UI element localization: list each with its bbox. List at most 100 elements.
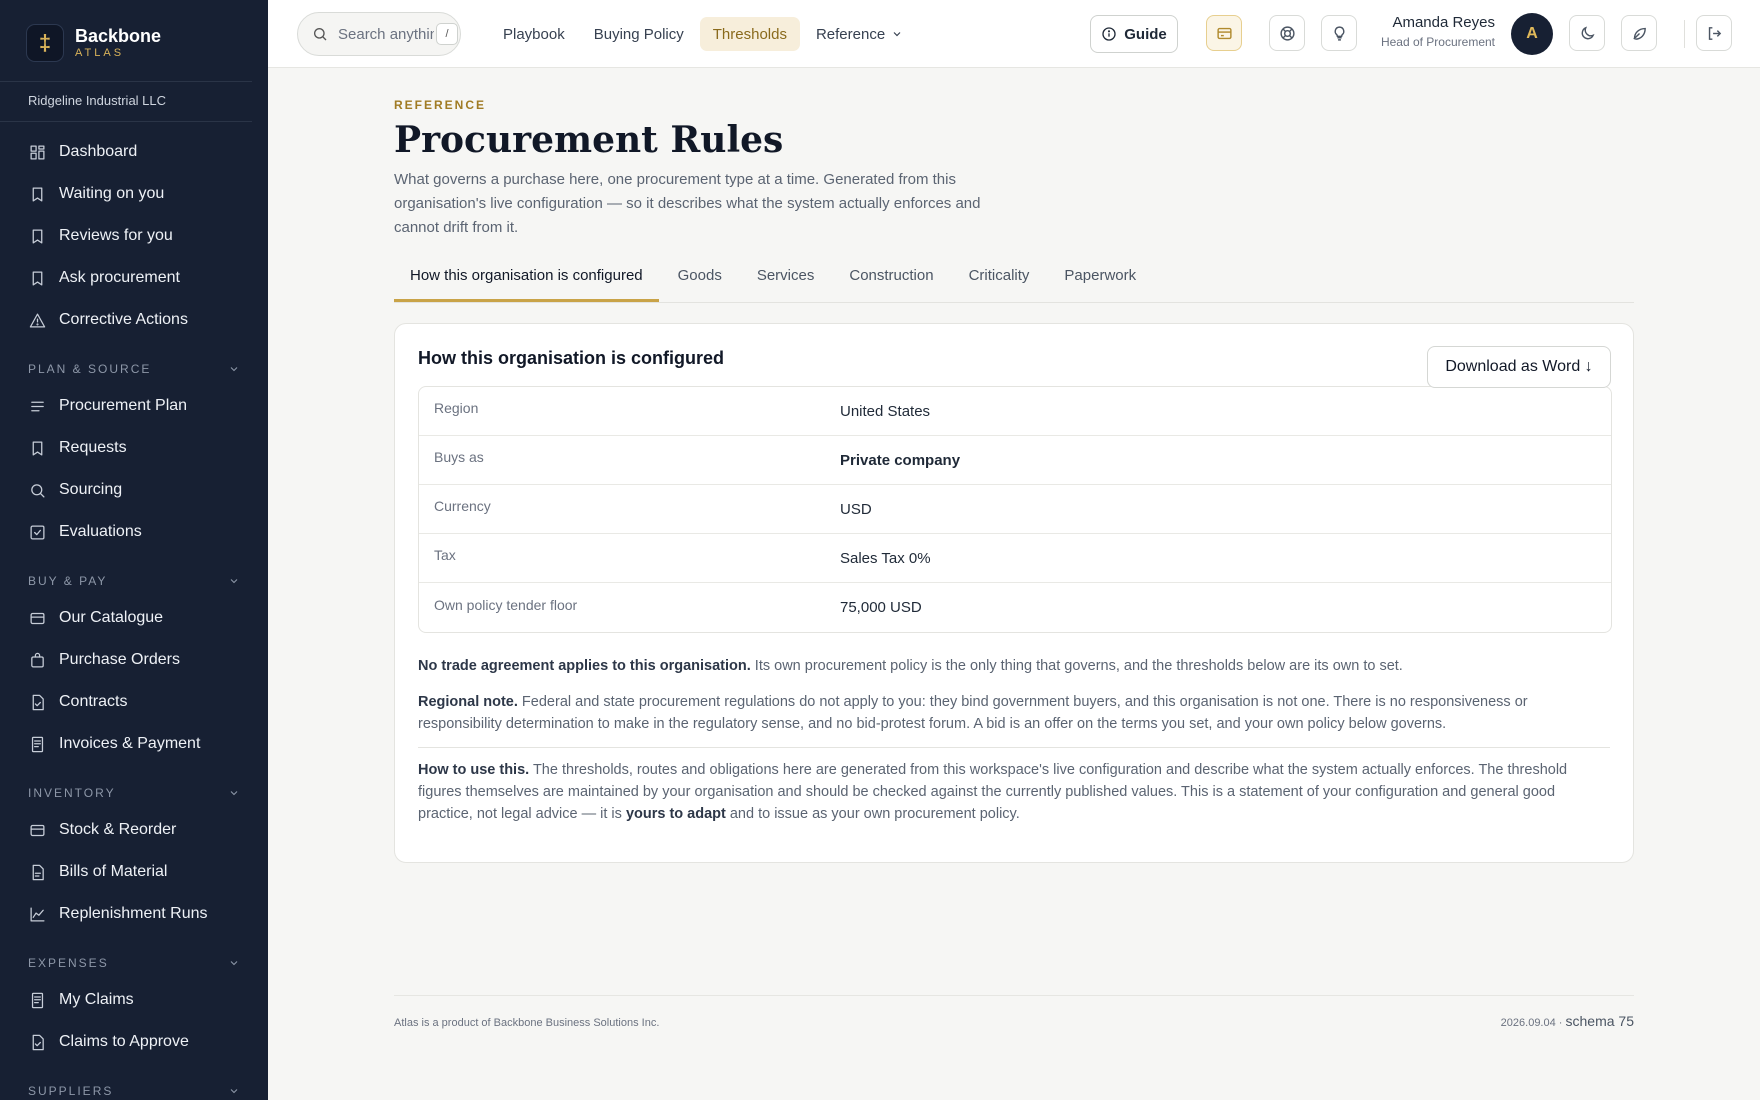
row-value: Sales Tax 0% — [840, 549, 931, 567]
tab-how-this-organisation-is-configured[interactable]: How this organisation is configured — [394, 262, 659, 302]
search-shortcut: / — [436, 23, 458, 45]
config-table: Region United States Buys as Private compan… — [418, 386, 1612, 633]
organisation-name[interactable]: Ridgeline Industrial LLC — [0, 82, 252, 122]
chevron-down-icon — [228, 1085, 240, 1097]
row-value: USD — [840, 500, 872, 518]
sidebar-item-claims-to-approve[interactable]: Claims to Approve — [0, 1022, 268, 1062]
bookmark-icon — [28, 439, 46, 457]
topnav-buying-policy[interactable]: Buying Policy — [581, 17, 697, 51]
search-placeholder: Search anything — [338, 25, 434, 43]
sidebar-item-evaluations[interactable]: Evaluations — [0, 512, 268, 552]
bag-icon — [28, 651, 46, 669]
sidebar-item-label: Purchase Orders — [59, 651, 180, 668]
lifebuoy-icon — [1279, 25, 1295, 41]
sidebar-item-label: Waiting on you — [59, 185, 165, 202]
sidebar-item-contracts[interactable]: Contracts — [0, 682, 268, 722]
topnav-playbook[interactable]: Playbook — [490, 17, 578, 51]
sidebar-item-replenishment-runs[interactable]: Replenishment Runs — [0, 894, 268, 934]
sidebar-nav: Dashboard Waiting on you Reviews for you As… — [0, 122, 268, 1100]
sidebar-section-plan-source[interactable]: PLAN & SOURCE — [0, 352, 268, 386]
tab-paperwork[interactable]: Paperwork — [1048, 262, 1152, 302]
sidebar-section-buy-pay[interactable]: BUY & PAY — [0, 564, 268, 598]
sidebar-section-suppliers[interactable]: SUPPLIERS — [0, 1074, 268, 1100]
sidebar-item-label: Invoices & Payment — [59, 735, 201, 752]
sidebar-item-label: Claims to Approve — [59, 1033, 189, 1050]
sidebar-item-label: Corrective Actions — [59, 311, 188, 328]
sidebar-item-stock-reorder[interactable]: Stock & Reorder — [0, 810, 268, 850]
sidebar-item-label: Our Catalogue — [59, 609, 164, 626]
brand-sub: ATLAS — [75, 46, 125, 59]
table-row: Own policy tender floor 75,000 USD — [419, 583, 1611, 632]
theme-toggle-button[interactable] — [1569, 15, 1605, 51]
card-button[interactable] — [1206, 15, 1242, 51]
leaf-icon — [1632, 27, 1646, 40]
logout-button[interactable] — [1696, 15, 1732, 51]
sidebar-item-label: Stock & Reorder — [59, 821, 177, 838]
row-label: Buys as — [434, 449, 484, 465]
sidebar-item-my-claims[interactable]: My Claims — [0, 980, 268, 1020]
sidebar-item-sourcing[interactable]: Sourcing — [0, 470, 268, 510]
user-info[interactable]: Amanda Reyes Head of Procurement — [1363, 13, 1495, 51]
brand-logo-icon: ‡ — [26, 23, 64, 62]
user-role: Head of Procurement — [1380, 35, 1495, 49]
user-name: Amanda Reyes — [1392, 14, 1495, 31]
sidebar-item-purchase-orders[interactable]: Purchase Orders — [0, 640, 268, 680]
sidebar-item-waiting-on-you[interactable]: Waiting on you — [0, 174, 268, 214]
row-label: Region — [434, 400, 479, 416]
search-input[interactable]: Search anything / — [297, 12, 461, 56]
table-row: Buys as Private company — [419, 436, 1611, 485]
sidebar-item-reviews-for-you[interactable]: Reviews for you — [0, 216, 268, 256]
sidebar-section-title: INVENTORY — [28, 786, 116, 800]
download-word-button[interactable]: Download as Word ↓ — [1427, 346, 1611, 388]
brand[interactable]: ‡ Backbone ATLAS — [0, 0, 252, 82]
lightbulb-icon — [1334, 25, 1344, 41]
feedback-button[interactable] — [1621, 15, 1657, 51]
card-divider — [418, 747, 1610, 748]
tab-goods[interactable]: Goods — [662, 262, 738, 302]
chevron-down-icon — [228, 575, 240, 587]
sidebar-item-label: Procurement Plan — [59, 397, 188, 414]
tab-services[interactable]: Services — [741, 262, 831, 302]
footer-credit: Atlas is a product of Backbone Business … — [394, 1017, 660, 1029]
chevron-down-icon — [228, 787, 240, 799]
topnav-thresholds[interactable]: Thresholds — [699, 17, 800, 51]
avatar[interactable]: A — [1511, 13, 1553, 55]
sidebar-section-expenses[interactable]: EXPENSES — [0, 946, 268, 980]
bookmark-icon — [28, 185, 46, 203]
help-button[interactable] — [1269, 15, 1305, 51]
sidebar-item-requests[interactable]: Requests — [0, 428, 268, 468]
topnav-reference[interactable]: Reference — [803, 17, 916, 51]
warning-icon — [28, 311, 46, 329]
sidebar-section-title: PLAN & SOURCE — [28, 362, 152, 376]
card-icon — [28, 821, 46, 839]
trade-agreement-note-text: Its own procurement policy is the only t… — [750, 658, 1403, 674]
sidebar-item-dashboard[interactable]: Dashboard — [0, 132, 268, 172]
sidebar-item-invoices-payment[interactable]: Invoices & Payment — [0, 724, 268, 764]
sidebar-item-corrective-actions[interactable]: Corrective Actions — [0, 300, 268, 340]
sidebar-section-inventory[interactable]: INVENTORY — [0, 776, 268, 810]
topnav-label: Playbook — [503, 25, 565, 43]
sidebar-item-our-catalogue[interactable]: Our Catalogue — [0, 598, 268, 638]
sidebar-item-procurement-plan[interactable]: Procurement Plan — [0, 386, 268, 426]
guide-button[interactable]: Guide — [1090, 15, 1178, 53]
sidebar-item-bills-of-material[interactable]: Bills of Material — [0, 852, 268, 892]
tab-criticality[interactable]: Criticality — [953, 262, 1046, 302]
footer-schema: schema 75 — [1565, 1013, 1634, 1029]
tab-bar: How this organisation is configured Goods… — [394, 262, 1634, 303]
page-title: Procurement Rules — [394, 119, 784, 161]
chevron-down-icon — [228, 957, 240, 969]
file-icon — [28, 863, 46, 881]
table-row: Region United States — [419, 387, 1611, 436]
regional-note-text: Federal and state procurement regulation… — [418, 694, 1528, 732]
tab-construction[interactable]: Construction — [833, 262, 949, 302]
ideas-button[interactable] — [1321, 15, 1357, 51]
row-value: 75,000 USD — [840, 599, 922, 616]
how-to-use-bold-2: yours to adapt — [625, 806, 726, 822]
regional-note-bold: Regional note. — [418, 694, 518, 710]
chevron-down-icon — [885, 28, 903, 40]
topbar-divider — [1684, 20, 1685, 48]
how-to-use-bold: How to use this. — [418, 762, 530, 778]
regional-note: Regional note. Federal and state procure… — [418, 691, 1610, 735]
sidebar-item-ask-procurement[interactable]: Ask procurement — [0, 258, 268, 298]
sidebar-item-label: Reviews for you — [59, 227, 173, 244]
